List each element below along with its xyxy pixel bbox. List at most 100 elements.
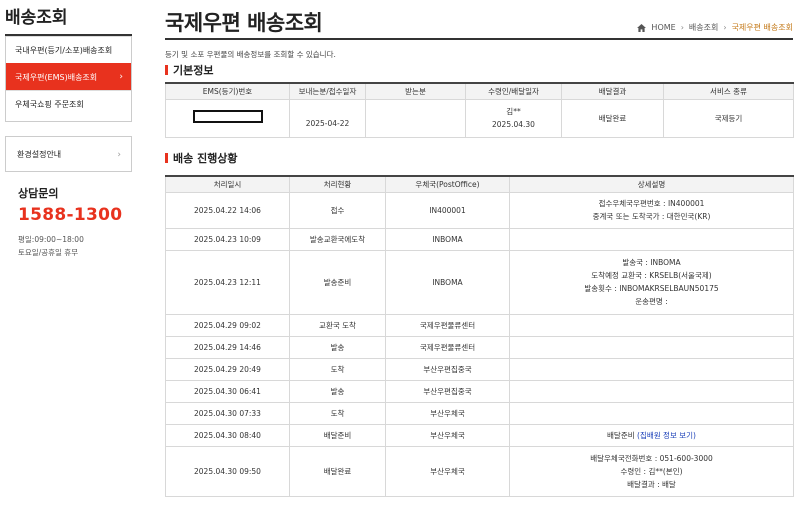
status-cell: 배달준비 — [289, 423, 386, 447]
office-cell: 국제우편물류센터 — [385, 335, 510, 359]
table-row: 2025.04.30 06:41 발송 부산우편집중국 — [165, 379, 794, 403]
table-row: 2025.04.30 07:33 도착 부산우체국 — [165, 401, 794, 425]
detail-cell: 발송국 : INBOMA 도착예정 교환국 : KRSELB(서울국제) 발송횟… — [509, 249, 794, 315]
detail-cell — [509, 227, 794, 251]
status-cell: 교환국 도착 — [289, 313, 386, 337]
table-row: 2025.04.29 20:49 도착 부산우편집중국 — [165, 357, 794, 381]
basic-info-table: EMS(등기)번호 보내는분/접수일자 받는분 수령인/배달일자 배달결과 서비… — [165, 82, 794, 138]
home-icon — [637, 23, 647, 32]
col-header: 보내는분/접수일자 — [289, 82, 366, 100]
table-header-row: 처리일시 처리현황 우체국(PostOffice) 상세설명 — [165, 175, 794, 193]
detail-cell — [509, 357, 794, 381]
carrier-info-link[interactable]: (집배원 정보 보기) — [637, 431, 696, 440]
section-marker — [165, 65, 168, 75]
datetime-cell: 2025.04.29 09:02 — [165, 313, 290, 337]
breadcrumb-current: 국제우편 배송조회 — [731, 23, 793, 32]
breadcrumb-separator: › — [680, 23, 684, 32]
detail-cell — [509, 401, 794, 425]
office-cell: INBOMA — [385, 227, 510, 251]
table-row: 2025.04.30 09:50 배달완료 부산우체국 배달우체국전화번호 : … — [165, 445, 794, 497]
table-row: 2025.04.22 14:06 접수 IN400001 접수우체국우편번호 :… — [165, 191, 794, 229]
consult-hours-weekend: 토요일/공휴일 휴무 — [18, 248, 79, 257]
env-settings-link[interactable]: 환경설정안내 › — [5, 136, 132, 172]
env-settings-label: 환경설정안내 — [17, 150, 62, 159]
detail-cell: 배달준비 (집배원 정보 보기) — [509, 423, 794, 447]
delivery-date: 2025.04.30 — [492, 120, 535, 129]
recipient-date-cell: 김** 2025.04.30 — [465, 98, 562, 138]
col-header: 수령인/배달일자 — [465, 82, 562, 100]
sidebar-item-label: 우체국쇼핑 주문조회 — [15, 100, 84, 109]
sidebar-item-shopping[interactable]: 우체국쇼핑 주문조회 — [6, 90, 131, 117]
status-cell: 발송준비 — [289, 249, 386, 315]
redacted-tracking-number — [192, 109, 263, 123]
progress-table: 처리일시 처리현황 우체국(PostOffice) 상세설명 2025.04.2… — [165, 175, 794, 497]
datetime-cell: 2025.04.22 14:06 — [165, 191, 290, 229]
breadcrumb-separator: › — [723, 23, 727, 32]
detail-cell — [509, 379, 794, 403]
datetime-cell: 2025.04.30 09:50 — [165, 445, 290, 497]
breadcrumb: HOME › 배송조회 › 국제우편 배송조회 — [637, 22, 793, 33]
col-header: 상세설명 — [509, 175, 794, 193]
sidebar-item-ems[interactable]: 국제우편(EMS)배송조회 › — [6, 63, 131, 90]
office-cell: 부산우체국 — [385, 423, 510, 447]
breadcrumb-home[interactable]: HOME — [651, 23, 675, 32]
col-header: 처리현황 — [289, 175, 386, 193]
col-header: 우체국(PostOffice) — [385, 175, 510, 193]
ems-number-cell — [165, 98, 290, 138]
table-row: 2025.04.29 14:46 발송 국제우편물류센터 — [165, 335, 794, 359]
consult-hours: 평일:09:00~18:00 토요일/공휴일 휴무 — [18, 233, 132, 259]
chevron-right-icon: › — [119, 72, 123, 82]
detail-cell: 접수우체국우편번호 : IN400001 중계국 또는 도착국가 : 대한민국(… — [509, 191, 794, 229]
title-divider — [165, 38, 793, 40]
table-row: 2025.04.30 08:40 배달준비 부산우체국 배달준비 (집배원 정보… — [165, 423, 794, 447]
sidebar-title: 배송조회 — [5, 0, 132, 36]
office-cell: INBOMA — [385, 249, 510, 315]
col-header: 받는분 — [365, 82, 466, 100]
office-cell: 부산우체국 — [385, 445, 510, 497]
col-header: 배달결과 — [561, 82, 664, 100]
office-cell: 부산우체국 — [385, 401, 510, 425]
table-row: 2025-04-22 김** 2025.04.30 배달완료 국제등기 — [165, 98, 794, 138]
basic-info-title: 기본정보 — [173, 64, 214, 77]
page-title: 국제우편 배송조회 — [165, 11, 323, 35]
progress-title: 배송 진행상황 — [173, 152, 238, 165]
datetime-cell: 2025.04.23 10:09 — [165, 227, 290, 251]
status-cell: 발송 — [289, 335, 386, 359]
status-cell: 배달완료 — [289, 445, 386, 497]
section-marker — [165, 153, 168, 163]
sidebar-item-label: 국제우편(EMS)배송조회 — [15, 73, 98, 82]
receiver-cell — [365, 98, 466, 138]
sender-date-cell: 2025-04-22 — [289, 98, 366, 138]
datetime-cell: 2025.04.23 12:11 — [165, 249, 290, 315]
result-cell: 배달완료 — [561, 98, 664, 138]
table-row: 2025.04.23 10:09 발송교환국에도착 INBOMA — [165, 227, 794, 251]
basic-info-heading: 기본정보 — [165, 62, 213, 78]
sidebar-menu: 국내우편(등기/소포)배송조회 국제우편(EMS)배송조회 › 우체국쇼핑 주문… — [5, 36, 132, 122]
datetime-cell: 2025.04.30 06:41 — [165, 379, 290, 403]
consult-label: 상담문의 — [18, 187, 59, 200]
col-header: EMS(등기)번호 — [165, 82, 290, 100]
service-cell: 국제등기 — [663, 98, 794, 138]
progress-heading: 배송 진행상황 — [165, 150, 238, 166]
page-description: 등기 및 소포 우편물의 배송정보를 조회할 수 있습니다. — [165, 50, 336, 59]
datetime-cell: 2025.04.30 07:33 — [165, 401, 290, 425]
breadcrumb-delivery[interactable]: 배송조회 — [689, 22, 718, 33]
recipient-name: 김** — [506, 107, 521, 116]
detail-cell — [509, 335, 794, 359]
sidebar-item-label: 국내우편(등기/소포)배송조회 — [15, 46, 113, 55]
status-cell: 접수 — [289, 191, 386, 229]
sidebar-item-domestic[interactable]: 국내우편(등기/소포)배송조회 — [6, 36, 131, 63]
consult-phone: 1588-1300 — [18, 205, 123, 225]
status-cell: 발송교환국에도착 — [289, 227, 386, 251]
status-cell: 발송 — [289, 379, 386, 403]
detail-cell — [509, 313, 794, 337]
col-header: 서비스 종류 — [663, 82, 794, 100]
datetime-cell: 2025.04.29 20:49 — [165, 357, 290, 381]
office-cell: IN400001 — [385, 191, 510, 229]
status-cell: 도착 — [289, 357, 386, 381]
datetime-cell: 2025.04.29 14:46 — [165, 335, 290, 359]
office-cell: 부산우편집중국 — [385, 379, 510, 403]
datetime-cell: 2025.04.30 08:40 — [165, 423, 290, 447]
chevron-right-icon: › — [117, 150, 121, 160]
consult-info: 상담문의 1588-1300 평일:09:00~18:00 토요일/공휴일 휴무 — [5, 185, 132, 259]
